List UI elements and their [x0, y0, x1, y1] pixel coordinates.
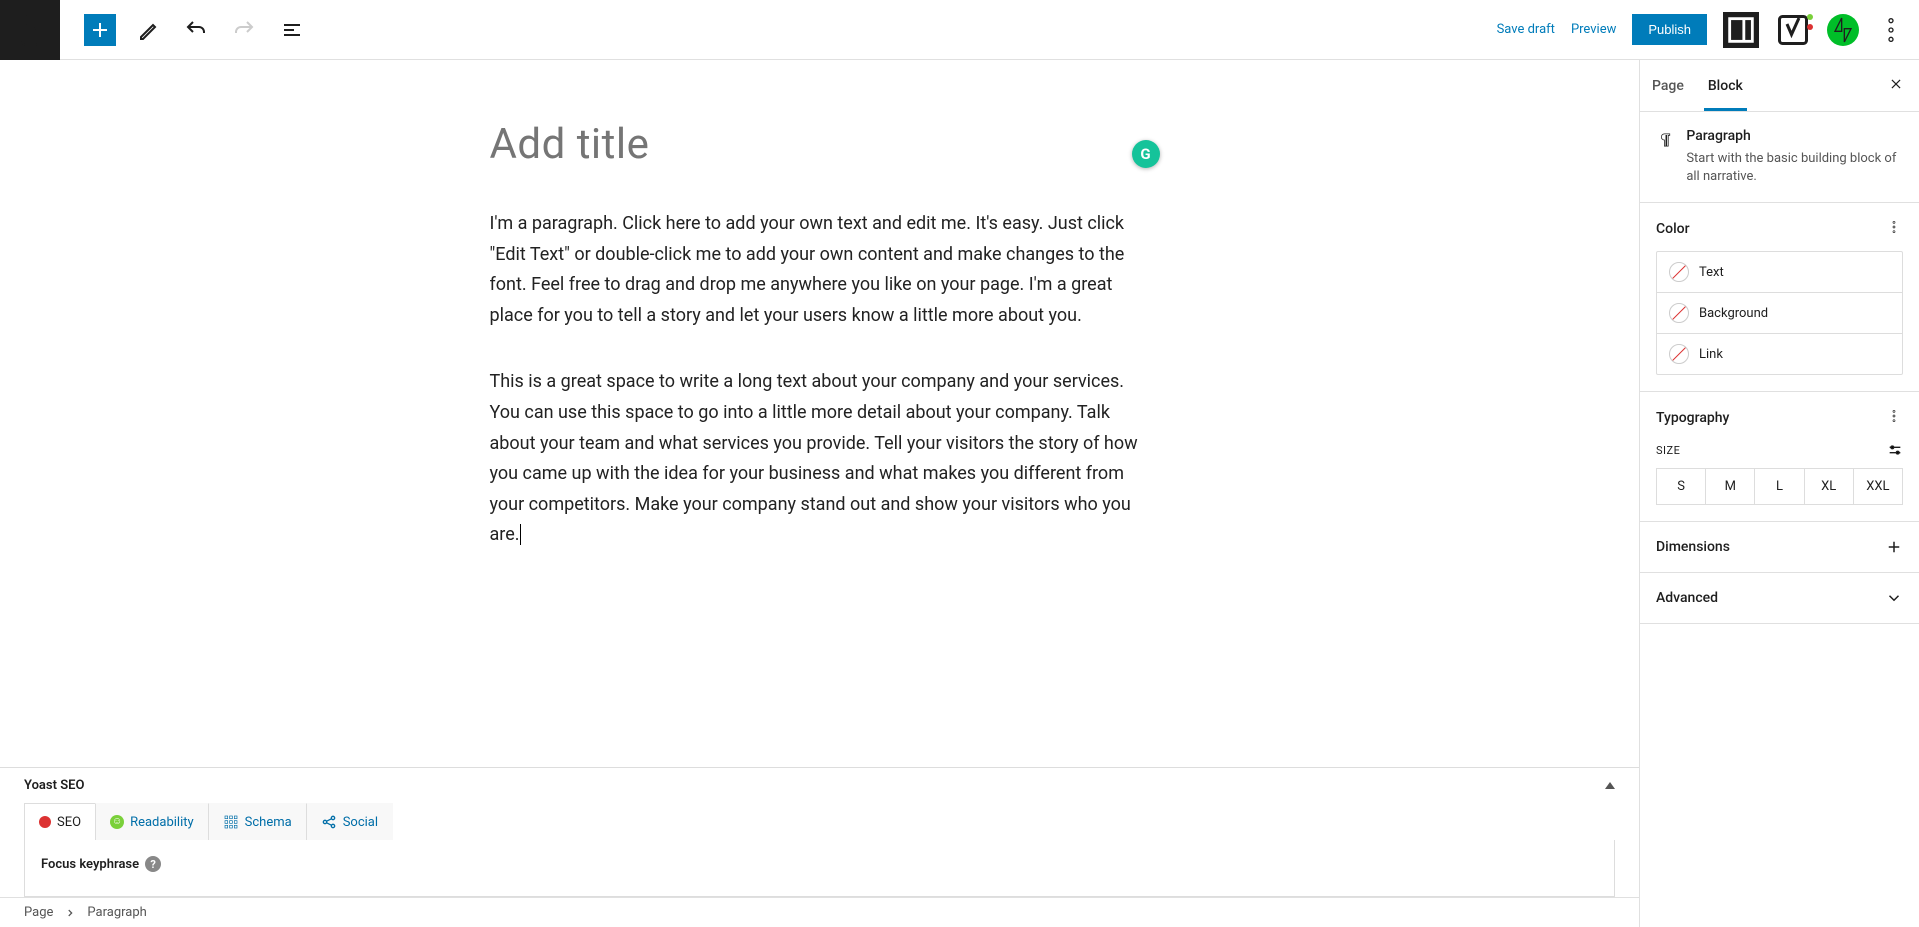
editor-canvas[interactable]: Add title G I'm a paragraph. Click here … [0, 60, 1639, 767]
panel-options-icon[interactable] [1885, 408, 1903, 428]
toolbar-right: Save draft Preview Publish [1497, 12, 1919, 48]
options-menu-button[interactable] [1875, 14, 1907, 46]
breadcrumb-root[interactable]: Page [24, 905, 53, 920]
yoast-tab-social[interactable]: Social [306, 803, 393, 840]
collapse-up-icon[interactable] [1605, 782, 1615, 789]
color-background-button[interactable]: Background [1657, 293, 1902, 334]
close-sidebar-button[interactable] [1873, 60, 1919, 111]
redo-button [228, 14, 260, 46]
add-block-button[interactable] [84, 14, 116, 46]
sidebar-tab-block[interactable]: Block [1696, 62, 1755, 110]
yoast-title: Yoast SEO [24, 778, 84, 793]
size-xl-button[interactable]: XL [1805, 469, 1854, 504]
size-l-button[interactable]: L [1755, 469, 1804, 504]
size-s-button[interactable]: S [1657, 469, 1706, 504]
size-m-button[interactable]: M [1706, 469, 1755, 504]
undo-button[interactable] [180, 14, 212, 46]
toolbar-left [60, 14, 308, 46]
swatch-none-icon [1669, 344, 1689, 364]
paragraph-block[interactable]: I'm a paragraph. Click here to add your … [490, 209, 1150, 331]
smiley-icon: ☺ [110, 815, 124, 829]
yoast-tab-schema[interactable]: Schema [208, 803, 307, 840]
jetpack-button[interactable] [1827, 14, 1859, 46]
publish-button[interactable]: Publish [1632, 14, 1707, 45]
yoast-indicator-button[interactable] [1775, 12, 1811, 48]
block-name: Paragraph [1686, 128, 1903, 144]
focus-keyphrase-label: Focus keyphrase [41, 857, 139, 872]
size-xxl-button[interactable]: XXL [1854, 469, 1902, 504]
sidebar-tab-page[interactable]: Page [1640, 62, 1696, 110]
swatch-none-icon [1669, 262, 1689, 282]
color-panel-title: Color [1656, 221, 1690, 237]
grammarly-icon[interactable]: G [1132, 140, 1160, 168]
settings-panel-toggle[interactable] [1723, 12, 1759, 48]
post-title-input[interactable]: Add title [490, 120, 1150, 169]
yoast-tab-seo[interactable]: SEO [24, 803, 96, 840]
color-text-button[interactable]: Text [1657, 252, 1902, 293]
save-draft-button[interactable]: Save draft [1497, 22, 1555, 37]
advanced-panel-toggle[interactable]: Advanced [1640, 573, 1919, 624]
size-settings-icon[interactable] [1887, 442, 1903, 458]
yoast-seo-panel: Yoast SEO SEO ☺ Readability Schema [0, 767, 1639, 897]
dimensions-panel-toggle[interactable]: Dimensions [1640, 522, 1919, 573]
yoast-tab-readability[interactable]: ☺ Readability [95, 803, 209, 840]
size-label: Size [1656, 444, 1680, 457]
status-dot-icon [39, 816, 51, 828]
swatch-none-icon [1669, 303, 1689, 323]
paragraph-block[interactable]: This is a great space to write a long te… [490, 367, 1150, 551]
document-overview-button[interactable] [276, 14, 308, 46]
typography-panel-title: Typography [1656, 410, 1729, 426]
breadcrumb-current: Paragraph [87, 905, 146, 920]
block-breadcrumb: Page Paragraph [0, 897, 1639, 927]
editor-topbar: Save draft Preview Publish [0, 0, 1919, 60]
color-link-button[interactable]: Link [1657, 334, 1902, 374]
settings-sidebar: Page Block Paragraph Start with the basi… [1639, 60, 1919, 927]
wordpress-logo-button[interactable] [0, 0, 60, 60]
tools-icon[interactable] [132, 14, 164, 46]
yoast-panel-header[interactable]: Yoast SEO [0, 768, 1639, 803]
block-description: Start with the basic building block of a… [1686, 150, 1903, 186]
help-icon[interactable]: ? [145, 856, 161, 872]
paragraph-icon [1656, 128, 1674, 152]
preview-button[interactable]: Preview [1571, 22, 1616, 37]
panel-options-icon[interactable] [1885, 219, 1903, 239]
yoast-tab-content: Focus keyphrase ? [24, 840, 1615, 897]
